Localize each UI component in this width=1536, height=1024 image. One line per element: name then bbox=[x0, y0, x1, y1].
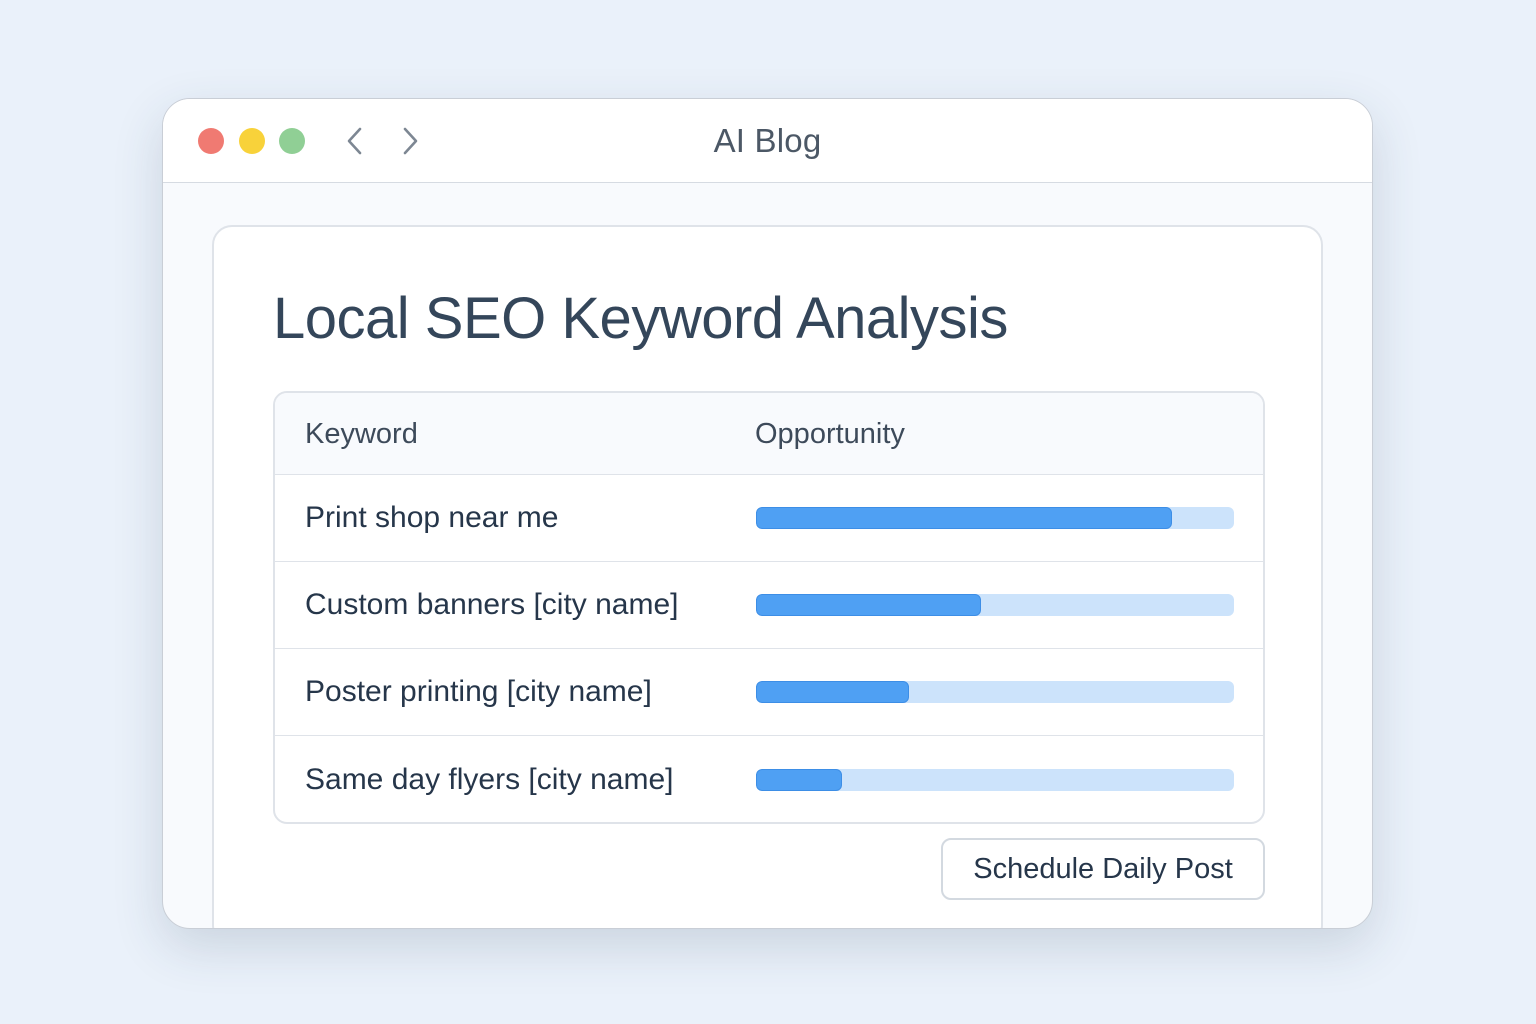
close-window-button[interactable] bbox=[198, 128, 224, 154]
keyword-cell: Poster printing [city name] bbox=[305, 675, 652, 708]
chevron-left-icon bbox=[347, 127, 362, 155]
opportunity-bar bbox=[756, 507, 1234, 529]
title-bar: AI Blog bbox=[163, 99, 1372, 183]
content-card: Local SEO Keyword Analysis Keyword Oppor… bbox=[212, 225, 1323, 928]
keyword-table: Keyword Opportunity Print shop near me C… bbox=[273, 391, 1265, 824]
chevron-right-icon bbox=[403, 127, 418, 155]
keyword-cell: Same day flyers [city name] bbox=[305, 762, 674, 796]
table-header: Keyword Opportunity bbox=[275, 393, 1263, 475]
forward-button[interactable] bbox=[392, 123, 428, 159]
minimize-window-button[interactable] bbox=[239, 128, 265, 154]
keyword-cell: Print shop near me bbox=[305, 501, 559, 534]
opportunity-bar bbox=[756, 768, 1234, 791]
page-title: Local SEO Keyword Analysis bbox=[273, 286, 1008, 351]
opportunity-bar-fill bbox=[756, 594, 981, 616]
column-header-opportunity: Opportunity bbox=[755, 417, 905, 450]
opportunity-bar-fill bbox=[756, 681, 909, 703]
maximize-window-button[interactable] bbox=[279, 128, 305, 154]
table-row: Same day flyers [city name] bbox=[275, 736, 1263, 822]
opportunity-bar bbox=[756, 594, 1234, 616]
browser-window: AI Blog Local SEO Keyword Analysis Keywo… bbox=[162, 98, 1373, 929]
column-header-keyword: Keyword bbox=[305, 417, 418, 450]
table-row: Custom banners [city name] bbox=[275, 562, 1263, 649]
back-button[interactable] bbox=[337, 123, 373, 159]
opportunity-bar bbox=[756, 681, 1234, 703]
schedule-daily-post-button[interactable]: Schedule Daily Post bbox=[941, 838, 1265, 900]
table-row: Print shop near me bbox=[275, 475, 1263, 562]
table-row: Poster printing [city name] bbox=[275, 649, 1263, 736]
opportunity-bar-fill bbox=[756, 768, 843, 791]
opportunity-bar-fill bbox=[756, 507, 1172, 529]
keyword-cell: Custom banners [city name] bbox=[305, 588, 679, 621]
